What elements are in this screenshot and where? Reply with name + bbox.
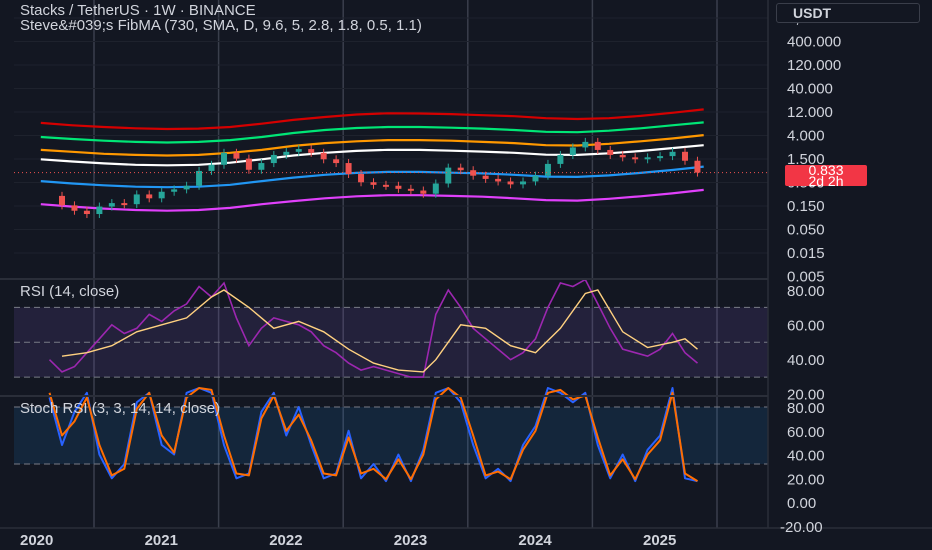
candle-body (432, 183, 439, 194)
candle-body (96, 206, 103, 215)
candle-body (457, 167, 464, 171)
fib-ma-bands (40, 108, 704, 212)
rsi-tick-label: 60.00 (787, 318, 825, 335)
stoch-tick-label: 80.00 (787, 400, 825, 417)
time-tick-label: 2022 (269, 532, 302, 549)
candle-body (233, 152, 240, 159)
time-tick-label: 2024 (518, 532, 552, 549)
last-price-tag: 0.833 2d 2h (785, 163, 867, 189)
time-tick-label: 2020 (20, 532, 53, 549)
candle-body (669, 151, 676, 157)
candle-body (133, 194, 140, 205)
candle-body (158, 191, 165, 199)
time-tick-label: 2023 (394, 532, 427, 549)
candle-body (507, 181, 514, 185)
candle-body (445, 167, 452, 184)
candle-body (283, 151, 290, 155)
candle-body (470, 170, 477, 176)
fib-ma-band-5 (40, 188, 704, 212)
stoch-tick-label: -20.00 (780, 519, 823, 536)
candle-body (146, 194, 153, 199)
candle-body (270, 154, 277, 164)
candle-body (420, 190, 427, 194)
currency-selector[interactable]: USDT (776, 3, 920, 23)
stoch-tick-label: 0.00 (787, 495, 816, 512)
time-axis[interactable]: 2020 2021 2022 2023 2024 2025 (20, 532, 676, 549)
currency-label: USDT (793, 5, 832, 21)
candle-body (569, 147, 576, 155)
chart-canvas[interactable]: 1,200.000400.000120.00040.00012.0004.000… (0, 0, 932, 550)
candle-body (183, 185, 190, 190)
time-tick-label: 2025 (643, 532, 676, 549)
rsi-band-area (14, 306, 768, 378)
candle-body (482, 175, 489, 179)
candle-body (171, 189, 178, 192)
candle-body (594, 141, 601, 150)
candle-body (258, 163, 265, 170)
candle-body (657, 156, 664, 159)
candle-body (108, 203, 115, 207)
price-tick-label: 120.000 (787, 57, 841, 74)
candle-body (220, 152, 227, 165)
candle-body (694, 160, 701, 173)
stoch-tick-label: 20.00 (787, 471, 825, 488)
time-tick-label: 2021 (145, 532, 178, 549)
candle-body (71, 205, 78, 211)
candle-body (632, 157, 639, 160)
candle-body (407, 188, 414, 191)
candle-body (320, 152, 327, 160)
rsi-tick-label: 80.00 (787, 283, 825, 300)
stoch-tick-label: 60.00 (787, 424, 825, 441)
price-tick-label: 40.000 (787, 81, 833, 98)
price-tick-label: 4.000 (787, 128, 825, 145)
candle-body (395, 185, 402, 189)
candle-body (495, 178, 502, 182)
price-tick-label: 0.050 (787, 222, 825, 239)
fib-ma-band-1 (40, 121, 704, 144)
candle-body (370, 182, 377, 185)
candle-body (121, 203, 128, 206)
candle-body (532, 175, 539, 182)
price-tick-label: 12.000 (787, 104, 833, 121)
candle-body (582, 141, 589, 148)
price-tick-label: 0.150 (787, 198, 825, 215)
candle-body (607, 149, 614, 155)
price-axis[interactable]: 1,200.000400.000120.00040.00012.0004.000… (780, 10, 854, 536)
price-tick-label: 0.015 (787, 245, 825, 262)
candle-body (196, 170, 203, 186)
candle-body (619, 154, 626, 158)
candle-body (557, 154, 564, 164)
stoch-tick-label: 40.00 (787, 448, 825, 465)
rsi-title[interactable]: RSI (14, close) (20, 283, 119, 300)
bar-countdown: 2d 2h (808, 173, 844, 189)
price-tick-label: 400.000 (787, 34, 841, 51)
rsi-tick-label: 40.00 (787, 352, 825, 369)
candle-body (308, 149, 315, 153)
candle-body (59, 195, 65, 206)
stoch-rsi-title[interactable]: Stoch RSI (3, 3, 14, 14, close) (20, 400, 220, 417)
candle-body (295, 149, 302, 152)
indicator-title[interactable]: Steve&#039;s FibMA (730, SMA, D, 9.6, 5,… (20, 17, 422, 34)
candle-body (83, 210, 90, 215)
candle-body (520, 181, 527, 185)
candle-body (333, 159, 340, 164)
candle-body (544, 163, 551, 176)
candle-body (682, 151, 688, 161)
candle-body (245, 158, 252, 170)
candle-body (382, 184, 389, 187)
candle-body (208, 164, 215, 171)
candle-body (644, 157, 651, 160)
candle-body (358, 173, 365, 183)
